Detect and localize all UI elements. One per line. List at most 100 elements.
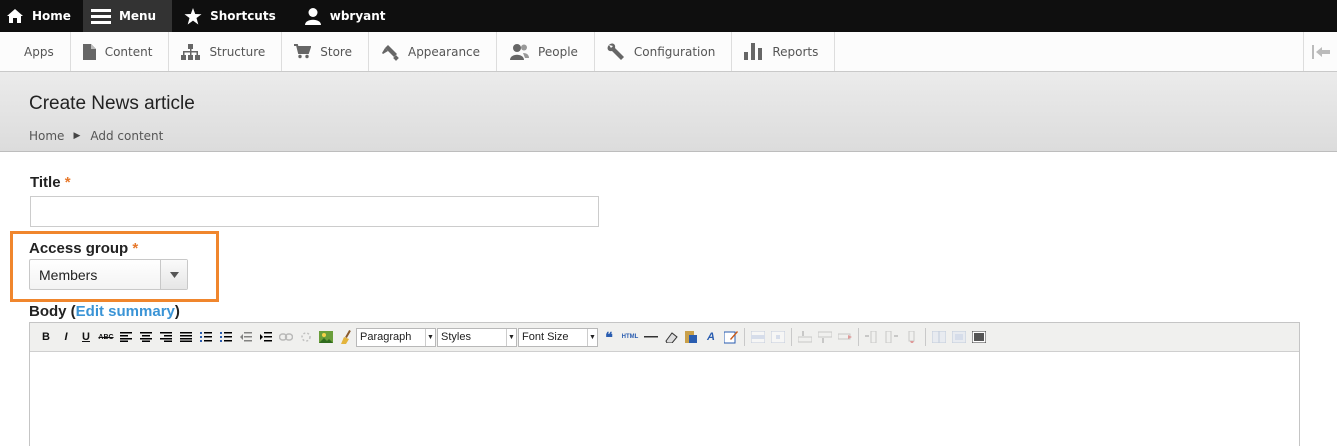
editor-content-area[interactable]: [30, 352, 1299, 446]
font-size-select[interactable]: Font Size ▼: [518, 327, 598, 347]
merge-cells-icon: [952, 331, 966, 343]
delete-col-icon: [908, 331, 915, 343]
toolbar-home[interactable]: Home: [0, 0, 83, 32]
toolbar-menu[interactable]: Menu: [82, 0, 173, 32]
access-group-select-value: Members: [39, 266, 98, 283]
bold-button[interactable]: B: [36, 327, 56, 347]
insert-row-before-icon: [798, 331, 812, 343]
page-title: Create News article: [29, 93, 195, 114]
delete-row-button[interactable]: [835, 327, 855, 347]
body-editor: B I U ABC Paragraph ▼ Styles ▼ Font Size…: [29, 322, 1300, 446]
tray-item-appearance[interactable]: Appearance: [369, 32, 498, 71]
insert-col-after-button[interactable]: [882, 327, 902, 347]
tray-item-people[interactable]: People: [497, 32, 595, 71]
toolbar-user[interactable]: wbryant: [290, 0, 398, 32]
title-input[interactable]: [30, 196, 599, 227]
format-select[interactable]: Paragraph ▼: [356, 327, 436, 347]
underline-button[interactable]: U: [76, 327, 96, 347]
html-button[interactable]: HTML: [619, 327, 641, 347]
access-group-select[interactable]: Members: [29, 259, 188, 290]
title-label: Title *: [30, 174, 71, 191]
delete-col-button[interactable]: [902, 327, 922, 347]
paste-word-button[interactable]: [681, 327, 701, 347]
blockquote-button[interactable]: ❝: [599, 327, 619, 347]
chevron-down-icon: ▼: [506, 328, 516, 346]
tray-item-store[interactable]: Store: [282, 32, 369, 71]
insert-col-before-button[interactable]: [862, 327, 882, 347]
edit-summary-link[interactable]: Edit summary: [76, 303, 175, 320]
toolbar-separator: [925, 328, 926, 346]
indent-button[interactable]: [256, 327, 276, 347]
spellcheck-icon: A: [707, 331, 715, 343]
cart-icon: [294, 44, 312, 59]
strikethrough-button[interactable]: ABC: [96, 327, 116, 347]
image-icon: [319, 331, 333, 343]
people-icon: [510, 44, 530, 60]
toolbar-user-label: wbryant: [329, 9, 386, 23]
remove-format-button[interactable]: [661, 327, 681, 347]
tray-item-configuration[interactable]: Configuration: [595, 32, 733, 71]
select-arrow[interactable]: [160, 260, 187, 289]
body-label-text: Body: [29, 303, 67, 320]
unlink-button[interactable]: [296, 327, 316, 347]
align-left-button[interactable]: [116, 327, 136, 347]
title-label-text: Title: [30, 174, 61, 191]
tray-item-label: People: [538, 44, 578, 59]
chevron-down-icon: ▼: [425, 328, 435, 346]
tray-item-content[interactable]: Content: [71, 32, 170, 71]
paste-word-icon: [685, 331, 697, 343]
link-button[interactable]: [276, 327, 296, 347]
outdent-button[interactable]: [236, 327, 256, 347]
numbered-list-icon: [220, 332, 232, 342]
chevron-down-icon: [169, 271, 179, 278]
wrench-icon: [607, 43, 624, 60]
breadcrumb-separator-icon: ▶: [73, 131, 81, 141]
italic-button[interactable]: I: [56, 327, 76, 347]
body-label: Body (Edit summary): [29, 303, 180, 320]
image-button[interactable]: [316, 327, 336, 347]
table-cell-props-button[interactable]: [768, 327, 788, 347]
justify-icon: [180, 332, 192, 342]
toolbar-menu-label: Menu: [118, 9, 157, 23]
tray-item-label: Configuration: [633, 44, 716, 59]
tray-orientation-toggle[interactable]: [1303, 32, 1337, 71]
media-icon: [972, 331, 986, 343]
insert-media-button[interactable]: [969, 327, 989, 347]
breadcrumb-add-content-link[interactable]: Add content: [90, 129, 163, 143]
toolbar-home-label: Home: [32, 9, 71, 23]
breadcrumb: Home ▶ Add content: [29, 129, 163, 143]
align-right-button[interactable]: [156, 327, 176, 347]
toolbar-shortcuts[interactable]: Shortcuts: [172, 0, 290, 32]
toolbar-separator: [791, 328, 792, 346]
toolbar-separator: [744, 328, 745, 346]
spellcheck-button[interactable]: A: [701, 327, 721, 347]
cleanup-button[interactable]: [336, 327, 356, 347]
merge-cells-button[interactable]: [949, 327, 969, 347]
tray-item-reports[interactable]: Reports: [732, 32, 836, 71]
table-row-props-button[interactable]: [748, 327, 768, 347]
menu-icon: [90, 9, 111, 24]
numbered-list-button[interactable]: [216, 327, 236, 347]
edit-attributes-button[interactable]: [721, 327, 741, 347]
insert-row-before-button[interactable]: [795, 327, 815, 347]
user-icon: [304, 8, 321, 25]
tray-item-apps[interactable]: Apps: [0, 32, 71, 71]
eraser-icon: [665, 332, 678, 343]
styles-select[interactable]: Styles ▼: [437, 327, 517, 347]
required-marker: *: [132, 240, 139, 257]
bullet-list-button[interactable]: [196, 327, 216, 347]
breadcrumb-home-link[interactable]: Home: [29, 129, 64, 143]
insert-row-after-button[interactable]: [815, 327, 835, 347]
toolbar-separator: [858, 328, 859, 346]
split-cells-button[interactable]: [929, 327, 949, 347]
quote-icon: ❝: [605, 328, 613, 345]
horizontal-rule-button[interactable]: [641, 327, 661, 347]
align-center-button[interactable]: [136, 327, 156, 347]
required-marker: *: [64, 174, 71, 191]
font-size-select-value: Font Size: [522, 331, 569, 343]
insert-col-after-icon: [885, 331, 898, 343]
justify-button[interactable]: [176, 327, 196, 347]
tray-item-structure[interactable]: Structure: [169, 32, 283, 71]
insert-col-before-icon: [865, 331, 877, 343]
split-cells-icon: [932, 331, 946, 343]
